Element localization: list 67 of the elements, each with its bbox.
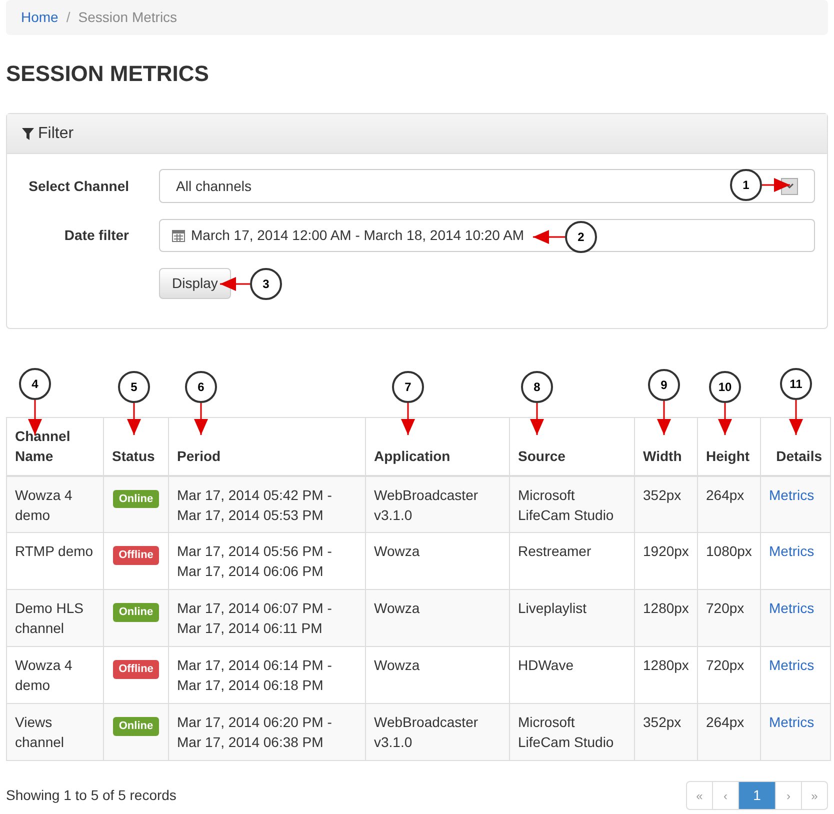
- channel-name: Wowza 4 demo: [15, 657, 72, 693]
- field-label: Date filter: [63, 226, 129, 245]
- period-text: Mar 17, 2014 05:42 PM - Mar 17, 2014 05:53 PM: [177, 486, 332, 522]
- page-button[interactable]: ‹: [712, 781, 739, 810]
- height-value: 720px: [706, 600, 744, 616]
- height-value: 264px: [706, 486, 744, 502]
- page-button[interactable]: 1: [738, 781, 776, 810]
- breadcrumb-link[interactable]: Home: [21, 7, 58, 28]
- width-value: 352px: [643, 486, 682, 502]
- callout-number: 2: [565, 221, 597, 253]
- width-value: 1280px: [643, 657, 689, 673]
- channel-name: Views channel: [15, 714, 64, 750]
- callout-number: 8: [521, 371, 553, 403]
- channel-name: Wowza 4 demo: [15, 486, 72, 522]
- status-badge: Online: [112, 490, 160, 508]
- callout-number: 1: [730, 169, 762, 201]
- metrics-link[interactable]: Metrics: [769, 486, 814, 502]
- source-name: Restreamer: [518, 543, 592, 559]
- application-name: Wowza: [374, 657, 420, 673]
- application-name: Wowza: [374, 543, 420, 559]
- breadcrumb-separator: /: [66, 8, 70, 27]
- page-button[interactable]: »: [801, 781, 828, 810]
- period-text: Mar 17, 2014 06:07 PM - Mar 17, 2014 06:11 PM: [177, 600, 332, 636]
- status-badge: Offline: [112, 660, 160, 678]
- callout-number: 4: [19, 368, 51, 400]
- status-badge: Online: [112, 717, 160, 736]
- period-text: Mar 17, 2014 06:14 PM - Mar 17, 2014 06:18 PM: [177, 657, 332, 693]
- display-button[interactable]: Display: [159, 268, 231, 299]
- records-summary: Showing 1 to 5 of 5 records: [6, 786, 176, 805]
- source-name: Liveplaylist: [518, 600, 586, 616]
- source-name: HDWave: [518, 657, 574, 673]
- panel-title: Filter: [38, 124, 74, 144]
- period-text: Mar 17, 2014 06:20 PM - Mar 17, 2014 06:38 PM: [177, 714, 332, 750]
- height-value: 264px: [706, 714, 744, 730]
- field-label: Select Channel: [28, 176, 129, 196]
- callout-number: 3: [250, 268, 282, 300]
- channel-name: RTMP demo: [15, 543, 94, 559]
- width-value: 1280px: [643, 600, 689, 616]
- metrics-link[interactable]: Metrics: [769, 543, 814, 559]
- metrics-link[interactable]: Metrics: [769, 657, 814, 673]
- breadcrumb-current: Session Metrics: [78, 8, 178, 27]
- application-name: WebBroadcaster v3.1.0: [374, 486, 478, 522]
- metrics-link[interactable]: Metrics: [769, 600, 814, 616]
- channel-name: Demo HLS channel: [15, 600, 84, 636]
- width-value: 352px: [643, 714, 682, 730]
- callout-number: 10: [709, 371, 741, 403]
- filter-icon: [22, 128, 34, 140]
- source-name: Microsoft LifeCam Studio: [518, 714, 614, 750]
- calendar-icon: [172, 229, 185, 242]
- page-button[interactable]: «: [686, 781, 713, 810]
- period-text: Mar 17, 2014 05:56 PM - Mar 17, 2014 06:06 PM: [177, 543, 332, 579]
- height-value: 1080px: [706, 543, 752, 559]
- page-button[interactable]: ›: [775, 781, 802, 810]
- page-title: SESSION METRICS: [6, 61, 210, 87]
- callout-number: 9: [648, 369, 680, 401]
- callout-number: 5: [118, 371, 150, 403]
- source-name: Microsoft LifeCam Studio: [518, 486, 614, 522]
- callout-number: 7: [392, 371, 424, 403]
- metrics-link[interactable]: Metrics: [769, 714, 814, 730]
- application-name: WebBroadcaster v3.1.0: [374, 714, 478, 750]
- application-name: Wowza: [374, 600, 420, 616]
- callout-number: 6: [185, 371, 217, 403]
- status-badge: Offline: [112, 546, 160, 564]
- height-value: 720px: [706, 657, 744, 673]
- width-value: 1920px: [643, 543, 689, 559]
- callout-number: 11: [780, 368, 812, 400]
- status-badge: Online: [112, 603, 160, 622]
